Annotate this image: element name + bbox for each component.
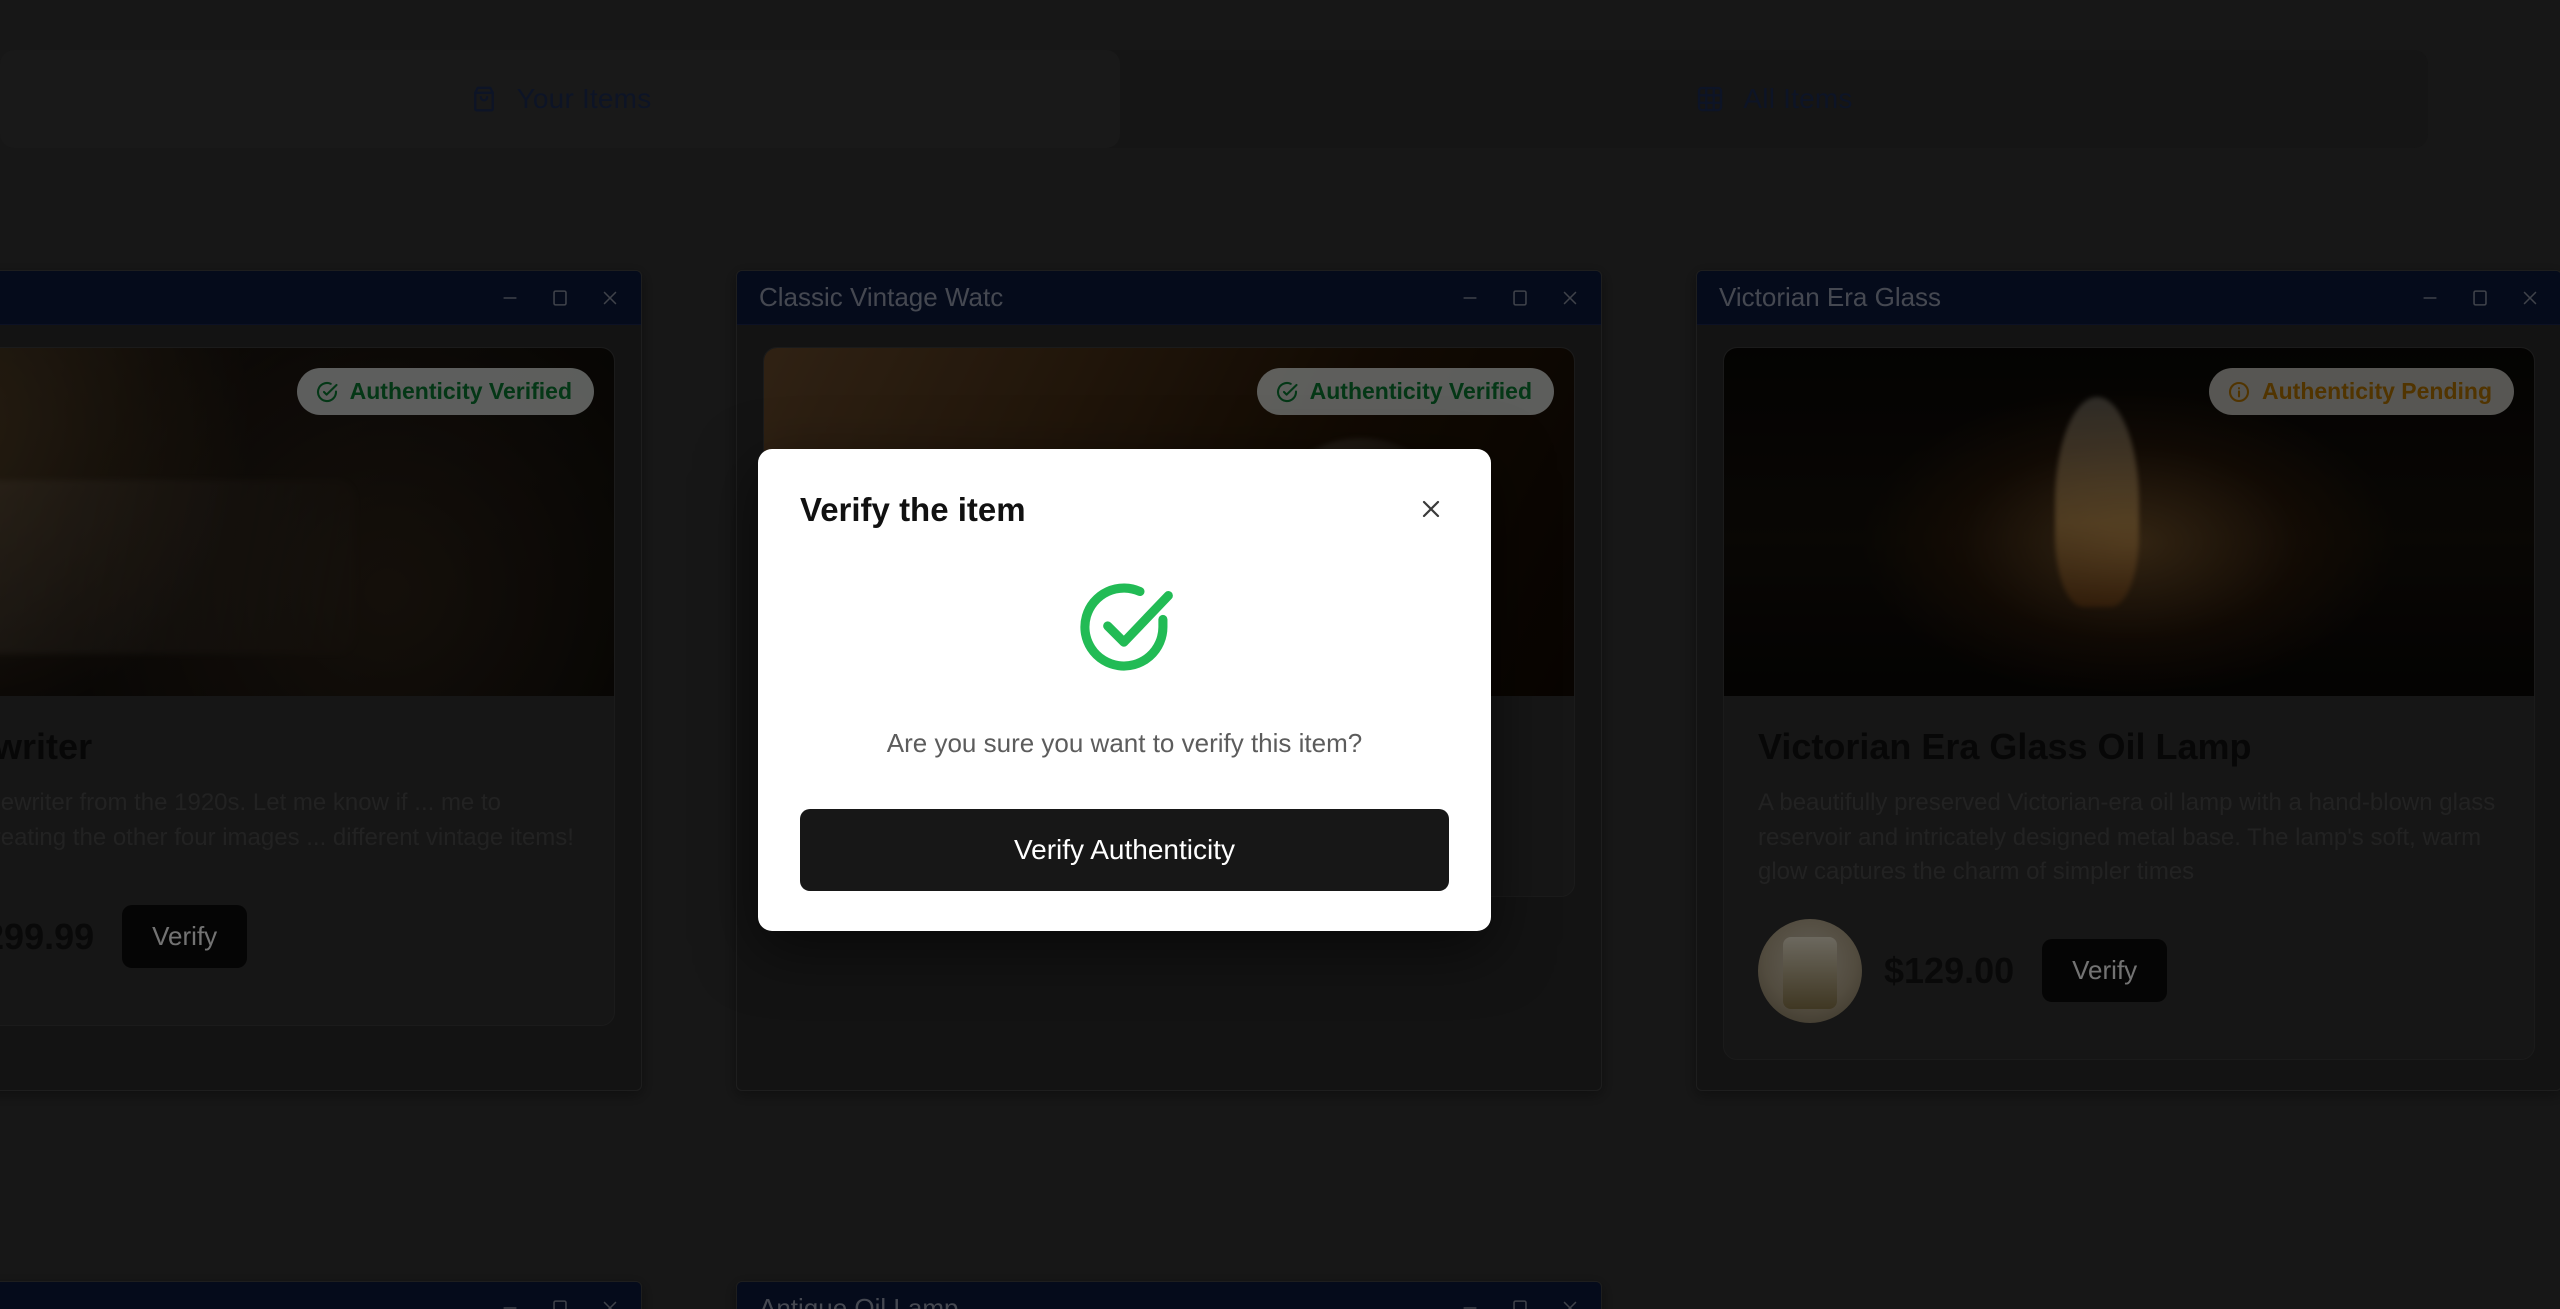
item-price: $299.99 [0,915,95,957]
modal-message: Are you sure you want to verify this ite… [886,728,1363,758]
item-description: ... a vintage typewriter from the 1920s.… [0,789,574,851]
authenticity-badge: Authenticity Pending [2209,368,2514,415]
maximize-icon[interactable] [2467,285,2493,311]
app-root: Your Items All Items ...ewriter [0,0,2560,1309]
window-controls [2417,285,2543,311]
window-titlebar[interactable]: ...ewriter [0,271,641,325]
maximize-icon[interactable] [1507,1295,1533,1309]
close-icon[interactable] [597,1295,623,1309]
authenticity-badge-label: Authenticity Pending [2262,378,2492,404]
authenticity-badge-label: Authenticity Verified [349,378,572,404]
tab-all-items[interactable]: All Items [1120,50,2428,148]
close-icon[interactable] [1557,285,1583,311]
shopping-bag-icon [469,84,499,114]
item-description: A beautifully preserved Victorian-era oi… [1758,789,2496,885]
top-tab-bar: Your Items All Items [0,50,2428,148]
window-body: Authenticity Verified ...ge typewriter .… [0,325,641,1056]
item-window: Antique Oil Lamp [736,1280,1602,1309]
item-title: Victorian Era Glass Oil Lamp [1758,726,2252,767]
tab-your-items-label: Your Items [516,83,652,114]
green-check-circle-icon [1073,575,1177,684]
maximize-icon[interactable] [547,1295,573,1309]
window-controls [1457,285,1583,311]
item-window: Victorian Era Glass Authenticity Pending… [1696,270,2560,1091]
window-body: Authenticity Pending Victorian Era Glass… [1697,325,2560,1090]
verify-button[interactable]: Verify [2042,939,2168,1003]
item-card-body: Victorian Era Glass Oil Lamp A beautiful… [1724,696,2534,1059]
close-icon[interactable] [1413,491,1449,527]
window-controls [497,285,623,311]
verify-button[interactable]: Verify [122,905,248,969]
verify-item-modal: Verify the item Are you sure you want to… [758,449,1491,931]
item-card: Authenticity Pending Victorian Era Glass… [1723,347,2535,1060]
modal-title: Verify the item [800,491,1026,528]
grid-icon [1695,84,1725,114]
authenticity-badge: Authenticity Verified [296,368,594,415]
window-controls [1457,1295,1583,1309]
item-window: ...ket Watch [0,1280,642,1309]
window-titlebar[interactable]: Victorian Era Glass [1697,271,2560,325]
item-media: Authenticity Pending [1724,348,2534,696]
authenticity-badge-label: Authenticity Verified [1309,378,1532,404]
close-icon[interactable] [1557,1295,1583,1309]
avatar [1758,918,1862,1023]
item-footer: $129.00 Verify [1758,918,2500,1023]
check-circle-icon [1275,380,1299,404]
window-titlebar[interactable]: Antique Oil Lamp [737,1281,1601,1309]
close-icon[interactable] [2517,285,2543,311]
window-title: Antique Oil Lamp [759,1292,959,1309]
modal-header: Verify the item [800,491,1449,529]
item-window: ...ewriter [0,270,642,1091]
window-title: ...ewriter [0,282,497,313]
window-title: ...ket Watch [0,1293,497,1309]
minimize-icon[interactable] [497,1295,523,1309]
verify-authenticity-button[interactable]: Verify Authenticity [800,809,1449,891]
window-titlebar[interactable]: Classic Vintage Watc [737,271,1601,325]
item-card-body: ...ge typewriter ... a vintage typewrite… [0,696,614,1025]
window-title: Victorian Era Glass [1719,282,1942,312]
item-media: Authenticity Verified [0,348,614,696]
maximize-icon[interactable] [547,285,573,311]
minimize-icon[interactable] [2417,285,2443,311]
tab-all-items-label: All Items [1743,83,1853,114]
check-circle-icon [315,380,339,404]
maximize-icon[interactable] [1507,285,1533,311]
tab-your-items[interactable]: Your Items [0,50,1120,148]
window-title: Classic Vintage Watc [759,282,1004,312]
window-titlebar[interactable]: ...ket Watch [0,1281,641,1309]
item-title: ...ge typewriter [0,726,93,767]
window-controls [497,1295,623,1309]
item-price: $129.00 [1884,949,2015,991]
minimize-icon[interactable] [1457,1295,1483,1309]
item-card: Authenticity Verified ...ge typewriter .… [0,347,615,1026]
modal-status-icon-wrap [800,575,1449,684]
authenticity-badge: Authenticity Verified [1256,368,1554,415]
info-circle-icon [2227,380,2251,404]
minimize-icon[interactable] [497,285,523,311]
minimize-icon[interactable] [1457,285,1483,311]
close-icon[interactable] [597,285,623,311]
item-footer: $299.99 Verify [0,885,580,989]
